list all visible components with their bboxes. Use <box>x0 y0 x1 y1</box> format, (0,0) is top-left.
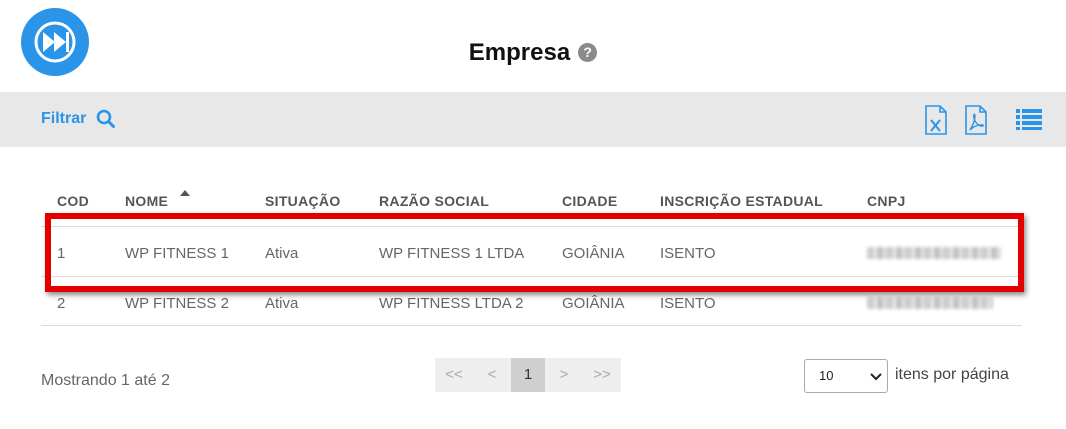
page-size-label: itens por página <box>895 366 1009 383</box>
column-header-razao-social[interactable]: RAZÃO SOCIAL <box>379 193 489 209</box>
table-row[interactable]: 2 WP FITNESS 2 Ativa WP FITNESS LTDA 2 G… <box>41 276 1022 326</box>
cell-nome: WP FITNESS 1 <box>125 245 229 262</box>
pagination: << < 1 > >> <box>435 358 621 392</box>
excel-export-icon[interactable] <box>924 105 948 135</box>
column-header-inscricao-estadual[interactable]: INSCRIÇÃO ESTADUAL <box>660 193 823 209</box>
cell-razao-social: WP FITNESS 1 LTDA <box>379 245 525 262</box>
list-view-icon[interactable] <box>1016 108 1042 130</box>
filter-button[interactable]: Filtrar <box>41 109 116 128</box>
records-count: Mostrando 1 até 2 <box>41 372 170 389</box>
cell-razao-social: WP FITNESS LTDA 2 <box>379 295 524 312</box>
cell-cod: 2 <box>57 295 66 312</box>
search-icon <box>97 109 116 128</box>
column-header-cnpj[interactable]: CNPJ <box>867 193 906 209</box>
sort-ascending-icon[interactable] <box>180 190 190 196</box>
cell-nome: WP FITNESS 2 <box>125 295 229 312</box>
chevron-down-icon <box>870 373 882 381</box>
prev-page-button[interactable]: < <box>473 358 511 392</box>
page-title-text: Empresa <box>468 38 571 66</box>
cell-cidade: GOIÂNIA <box>562 245 625 262</box>
cell-situacao: Ativa <box>265 245 299 262</box>
pdf-export-icon[interactable] <box>964 105 988 135</box>
cell-cidade: GOIÂNIA <box>562 295 625 312</box>
column-header-cidade[interactable]: CIDADE <box>562 193 617 209</box>
cnpj-redacted <box>867 297 993 309</box>
table-row[interactable]: 1 WP FITNESS 1 Ativa WP FITNESS 1 LTDA G… <box>41 226 1022 276</box>
cell-situacao: Ativa <box>265 295 299 312</box>
column-header-nome[interactable]: NOME <box>125 193 168 209</box>
page-title: Empresa? <box>0 38 1066 67</box>
cnpj-redacted <box>867 247 1001 259</box>
next-page-button[interactable]: > <box>545 358 583 392</box>
column-header-cod[interactable]: COD <box>57 193 89 209</box>
first-page-button[interactable]: << <box>435 358 473 392</box>
cell-inscricao-estadual: ISENTO <box>660 295 716 312</box>
cell-inscricao-estadual: ISENTO <box>660 245 716 262</box>
page-size-select[interactable]: 10 <box>804 359 888 393</box>
filter-label: Filtrar <box>41 109 87 127</box>
cell-cod: 1 <box>57 245 66 262</box>
help-icon[interactable]: ? <box>578 43 598 63</box>
page-size-value: 10 <box>819 368 834 383</box>
current-page-button[interactable]: 1 <box>511 358 545 392</box>
toolbar: Filtrar <box>0 92 1066 147</box>
column-header-situacao[interactable]: SITUAÇÃO <box>265 193 341 209</box>
last-page-button[interactable]: >> <box>583 358 621 392</box>
